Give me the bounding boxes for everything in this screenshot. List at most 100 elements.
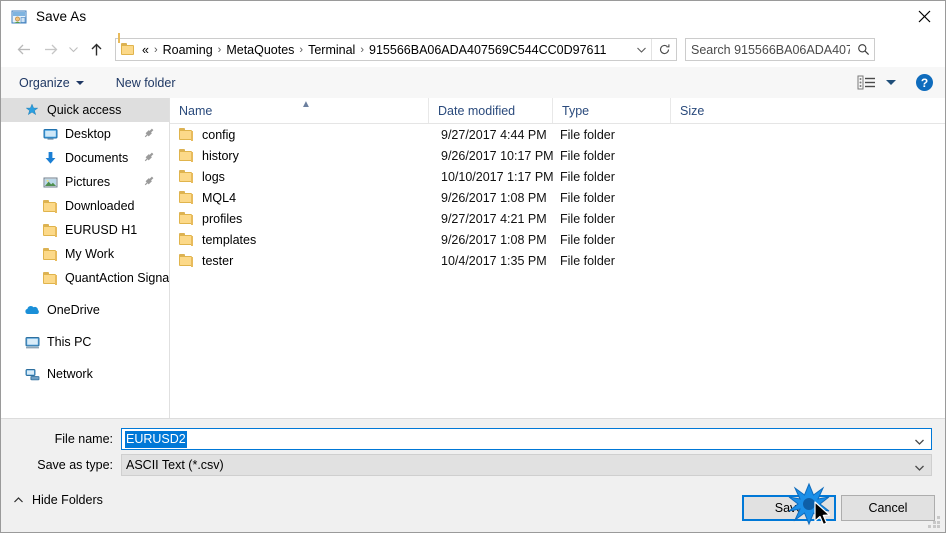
file-type-cell: File folder — [560, 127, 615, 142]
sidebar-item-label: Quick access — [47, 103, 122, 117]
file-date-cell: 9/27/2017 4:44 PM — [441, 127, 547, 142]
save-as-type-select[interactable]: ASCII Text (*.csv) — [121, 454, 932, 476]
save-button-label: Save — [774, 501, 804, 515]
sidebar-item-quantaction-signal[interactable]: QuantAction Signal — [1, 266, 169, 290]
refresh-icon[interactable] — [651, 39, 676, 60]
table-row[interactable]: tester 10/4/2017 1:35 PM File folder — [170, 250, 945, 271]
sidebar-item-label: Desktop — [65, 127, 111, 141]
sidebar-item-documents[interactable]: Documents — [1, 146, 169, 170]
chevron-down-icon[interactable] — [914, 435, 925, 449]
forward-arrow-icon[interactable] — [37, 37, 63, 63]
hide-folders-button[interactable]: Hide Folders — [13, 489, 103, 511]
breadcrumb-item-roaming[interactable]: Roaming — [160, 42, 216, 58]
save-as-icon — [11, 9, 27, 25]
sidebar-item-eurusd-h1[interactable]: EURUSD H1 — [1, 218, 169, 242]
column-header-size[interactable]: Size — [670, 98, 752, 123]
folder-icon — [179, 212, 194, 225]
breadcrumb-overflow[interactable]: « — [139, 42, 152, 58]
column-header-type[interactable]: Type — [552, 98, 670, 123]
sidebar-item-label: Pictures — [65, 175, 111, 189]
file-date-cell: 10/4/2017 1:35 PM — [441, 253, 547, 268]
chevron-down-icon[interactable] — [886, 80, 896, 85]
sidebar-item-pictures[interactable]: Pictures — [1, 170, 169, 194]
organize-button[interactable]: Organize — [11, 71, 92, 95]
resize-grip[interactable] — [928, 516, 941, 529]
sidebar-item-onedrive[interactable]: OneDrive — [1, 298, 169, 322]
sidebar-item-downloaded[interactable]: Downloaded — [1, 194, 169, 218]
table-row[interactable]: config 9/27/2017 4:44 PM File folder — [170, 124, 945, 145]
search-input[interactable] — [686, 39, 852, 60]
chevron-down-icon[interactable] — [914, 461, 925, 475]
column-headers: Name ▲ Date modified Type Size — [170, 98, 945, 124]
pin-icon[interactable] — [143, 175, 155, 187]
chevron-down-icon — [75, 80, 84, 85]
view-options-icon[interactable] — [856, 75, 878, 91]
table-row[interactable]: MQL4 9/26/2017 1:08 PM File folder — [170, 187, 945, 208]
file-list: Name ▲ Date modified Type Size config 9/… — [170, 98, 945, 418]
sidebar-item-label: Network — [47, 367, 93, 381]
breadcrumb-separator: › — [299, 43, 304, 56]
file-name-cell: MQL4 — [179, 187, 236, 208]
table-row[interactable]: logs 10/10/2017 1:17 PM File folder — [170, 166, 945, 187]
folder-icon — [41, 222, 59, 238]
file-name-cell: history — [179, 145, 239, 166]
sidebar-item-label: Downloaded — [65, 199, 135, 213]
breadcrumb-separator: › — [360, 43, 365, 56]
folder-icon — [179, 149, 194, 162]
cancel-button[interactable]: Cancel — [841, 495, 935, 521]
breadcrumb-item-instance[interactable]: 915566BA06ADA407569C544CC0D97611 — [366, 42, 609, 58]
file-date-cell: 10/10/2017 1:17 PM — [441, 169, 554, 184]
table-row[interactable]: profiles 9/27/2017 4:21 PM File folder — [170, 208, 945, 229]
back-arrow-icon[interactable] — [11, 37, 37, 63]
save-as-type-label: Save as type: — [37, 458, 113, 472]
this-pc-icon — [23, 334, 41, 350]
desktop-icon — [41, 126, 59, 142]
sidebar-item-network[interactable]: Network — [1, 362, 169, 386]
search-box[interactable] — [685, 38, 875, 61]
file-name-label: history — [202, 148, 239, 163]
sidebar-item-this-pc[interactable]: This PC — [1, 330, 169, 354]
folder-icon — [41, 246, 59, 262]
command-bar: Organize New folder ? — [1, 67, 945, 99]
search-icon[interactable] — [852, 40, 874, 60]
file-type-cell: File folder — [560, 169, 615, 184]
sidebar-item-my-work[interactable]: My Work — [1, 242, 169, 266]
breadcrumb-separator: › — [153, 43, 158, 56]
sidebar-item-desktop[interactable]: Desktop — [1, 122, 169, 146]
network-icon — [23, 366, 41, 382]
chevron-down-icon[interactable] — [631, 39, 651, 60]
folder-icon — [118, 32, 137, 57]
recent-locations-chevron-icon[interactable] — [63, 37, 83, 63]
table-row[interactable]: templates 9/26/2017 1:08 PM File folder — [170, 229, 945, 250]
file-type-cell: File folder — [560, 253, 615, 268]
pin-icon[interactable] — [143, 127, 155, 139]
dialog-body: Quick access Desktop Documents Pictures … — [1, 98, 945, 418]
column-header-date-modified[interactable]: Date modified — [428, 98, 552, 123]
sidebar-item-label: My Work — [65, 247, 115, 261]
file-name-cell: templates — [179, 229, 256, 250]
file-rows: config 9/27/2017 4:44 PM File folder his… — [170, 124, 945, 271]
close-button[interactable] — [901, 1, 945, 31]
file-name-input[interactable]: EURUSD2 — [121, 428, 932, 450]
file-name-cell: profiles — [179, 208, 242, 229]
organize-label: Organize — [19, 75, 70, 90]
breadcrumb-item-terminal[interactable]: Terminal — [305, 42, 358, 58]
file-name-value: EURUSD2 — [125, 430, 187, 448]
address-bar[interactable]: « › Roaming › MetaQuotes › Terminal › 91… — [115, 32, 677, 61]
save-button[interactable]: Save — [742, 495, 836, 521]
pin-icon[interactable] — [143, 151, 155, 163]
folder-icon — [179, 254, 194, 267]
up-arrow-icon[interactable] — [83, 37, 109, 63]
file-name-row: File name: EURUSD2 — [1, 428, 945, 450]
column-header-name[interactable]: Name — [170, 98, 428, 123]
cancel-button-label: Cancel — [868, 501, 908, 515]
star-icon — [23, 102, 41, 118]
new-folder-button[interactable]: New folder — [108, 71, 184, 95]
sidebar-item-quick-access[interactable]: Quick access — [1, 98, 169, 122]
folder-icon — [41, 270, 59, 286]
navigation-bar: « › Roaming › MetaQuotes › Terminal › 91… — [1, 32, 945, 67]
table-row[interactable]: history 9/26/2017 10:17 PM File folder — [170, 145, 945, 166]
help-button[interactable]: ? — [916, 74, 933, 91]
breadcrumb-item-metaquotes[interactable]: MetaQuotes — [223, 42, 297, 58]
